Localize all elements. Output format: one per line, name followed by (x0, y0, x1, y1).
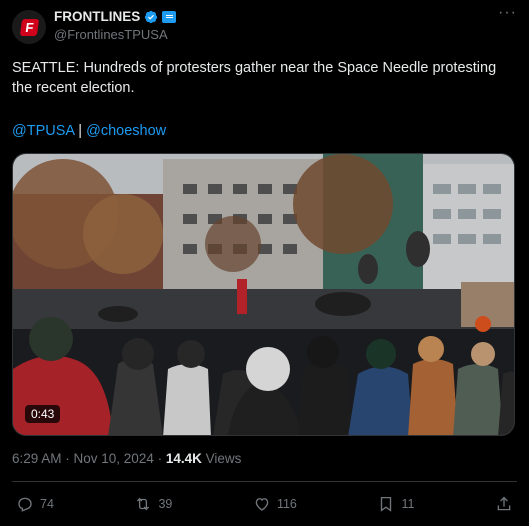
views-count: 14.4K (165, 451, 202, 466)
bookmark-button[interactable]: 11 (377, 494, 414, 514)
more-options-icon[interactable]: ··· (498, 5, 517, 21)
heart-icon (255, 498, 269, 511)
author-handle[interactable]: @FrontlinesTPUSA (54, 27, 176, 42)
reply-icon (18, 497, 32, 512)
mention-separator: | (78, 123, 83, 139)
video-player[interactable]: 0:43 (12, 153, 515, 436)
author-names: FRONTLINES @FrontlinesTPUSA (54, 8, 177, 42)
display-name-row: FRONTLINES (54, 8, 177, 25)
video-frame (13, 154, 514, 435)
timestamp[interactable]: 6:29 AM · Nov 10, 2024 · (12, 451, 166, 466)
bookmark-icon (381, 496, 392, 512)
tweet-text: SEATTLE: Hundreds of protesters gather n… (12, 60, 497, 96)
share-icon (497, 496, 511, 511)
frontlines-logo-icon: F (19, 18, 39, 36)
mention-choeshow-link[interactable]: @choeshow (86, 123, 166, 139)
display-name[interactable]: FRONTLINES (54, 9, 140, 24)
tweet-header: F FRONTLINES @FrontlinesTPUSA ··· (12, 5, 517, 44)
video-duration-badge: 0:43 (25, 405, 61, 423)
repost-count: 39 (158, 497, 173, 511)
tweet-meta: 6:29 AM · Nov 10, 2024 · 14.4K Views (12, 451, 241, 466)
repost-icon (137, 497, 150, 511)
action-bar: 74 39 116 11 (16, 494, 513, 514)
share-button[interactable] (495, 494, 513, 514)
tweet-mentions: @TPUSA | @choeshow (12, 121, 166, 141)
verified-badge-icon[interactable] (144, 10, 158, 24)
mention-tpusa-link[interactable]: @TPUSA (12, 123, 74, 139)
like-count: 116 (276, 497, 297, 511)
views-label: Views (201, 451, 242, 466)
reply-count: 74 (40, 497, 54, 511)
avatar[interactable]: F (12, 10, 46, 44)
repost-button[interactable]: 39 (134, 494, 172, 514)
bookmark-count: 11 (401, 497, 415, 511)
affiliate-badge-icon[interactable] (162, 10, 177, 23)
divider (12, 481, 517, 482)
like-button[interactable]: 116 (253, 494, 297, 514)
reply-button[interactable]: 74 (16, 494, 54, 514)
